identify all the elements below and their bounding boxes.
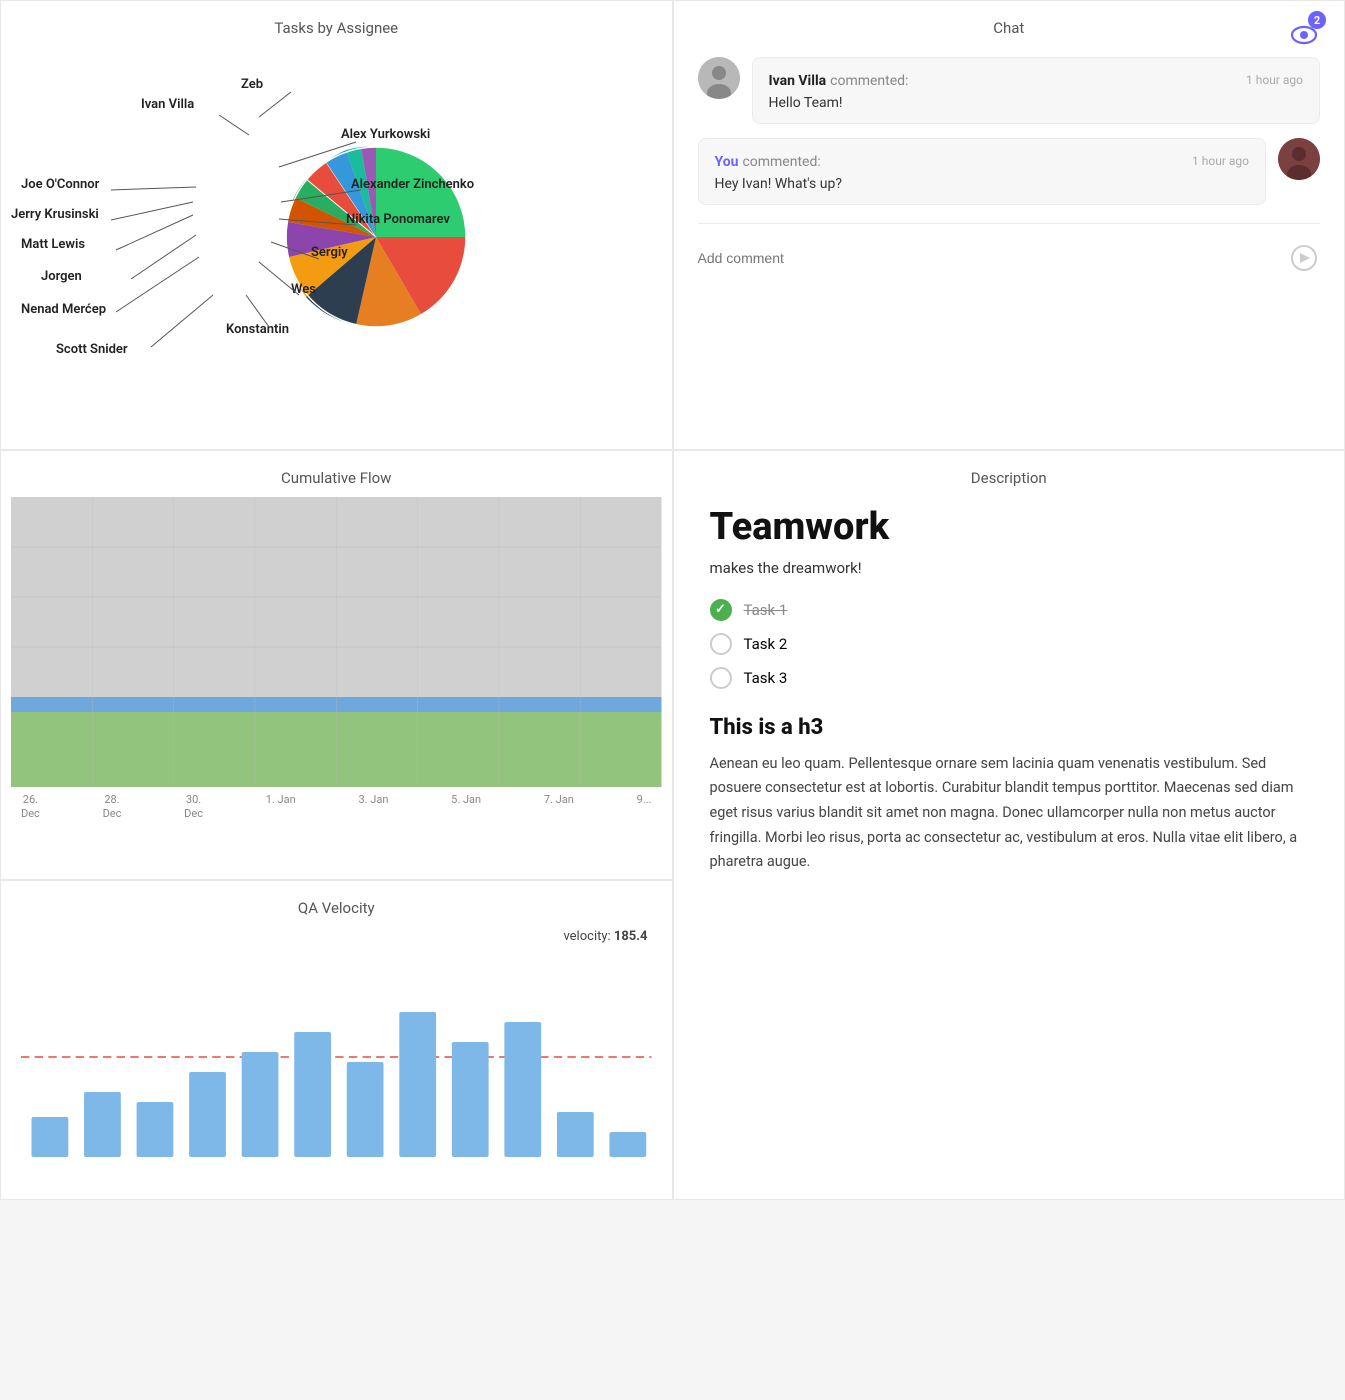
flow-x-axis: 26.Dec 28.Dec 30.Dec 1. Jan 3. Jan 5. Ja…: [11, 787, 662, 822]
cumulative-flow-panel: Cumulative Flow: [0, 450, 673, 880]
avatar-you: [1278, 138, 1320, 180]
eye-badge-count: 2: [1308, 11, 1326, 29]
send-icon-svg: [1290, 244, 1318, 272]
velocity-chart-svg: [21, 952, 652, 1162]
task-label-3: Task 3: [744, 669, 788, 687]
task-list: Task 1 Task 2 Task 3: [710, 599, 1309, 689]
avatar-ivan: [698, 57, 740, 99]
label-nikita-ponomarev: Nikita Ponomarev: [346, 212, 450, 227]
message-text-2: Hey Ivan! What's up?: [715, 176, 1250, 192]
x-label-4: 3. Jan: [358, 793, 388, 822]
x-label-0: 26.Dec: [21, 793, 40, 822]
label-jerry-krusinski: Jerry Krusinski: [11, 207, 99, 222]
flow-chart-svg: [11, 497, 662, 787]
chat-send-icon[interactable]: [1288, 242, 1320, 274]
x-label-6: 7. Jan: [544, 793, 574, 822]
label-sergiy: Sergiy: [311, 245, 348, 260]
x-label-5: 5. Jan: [451, 793, 481, 822]
description-heading: Teamwork: [710, 507, 1309, 549]
label-wes: Wes: [291, 282, 316, 297]
task-check-2[interactable]: [710, 633, 732, 655]
tasks-by-assignee-panel: Tasks by Assignee: [0, 0, 673, 450]
chat-input[interactable]: [698, 250, 1279, 266]
chat-messages: Ivan Villa commented: 1 hour ago Hello T…: [674, 47, 1345, 205]
velocity-value: 185.4: [614, 929, 648, 944]
chat-eye-badge[interactable]: 2: [1286, 15, 1322, 55]
task-label-1: Task 1: [744, 601, 788, 619]
chat-panel: Chat 2: [673, 0, 1345, 450]
message-text-1: Hello Team!: [769, 95, 1304, 111]
chat-message-2: You commented: 1 hour ago Hey Ivan! What…: [698, 138, 1321, 205]
velocity-label: velocity:: [563, 929, 610, 944]
label-alex-yurkowski: Alex Yurkowski: [341, 127, 430, 142]
label-nenad-mercep: Nenad Merćep: [21, 302, 106, 317]
x-label-7: 9...: [637, 793, 652, 822]
task-item-2: Task 2: [710, 633, 1309, 655]
label-zeb: Zeb: [241, 77, 263, 92]
pie-container: Ivan Villa Zeb Alex Yurkowski Joe O'Conn…: [1, 47, 672, 427]
pie-labels: Ivan Villa Zeb Alex Yurkowski Joe O'Conn…: [1, 47, 672, 427]
chat-panel-title: Chat: [674, 1, 1345, 47]
description-content: Teamwork makes the dreamwork! Task 1 Tas…: [674, 497, 1345, 875]
flow-chart-area: 26.Dec 28.Dec 30.Dec 1. Jan 3. Jan 5. Ja…: [1, 497, 672, 817]
velocity-panel-title: QA Velocity: [1, 881, 672, 927]
avatar-ivan-svg: [698, 57, 740, 99]
flow-panel-title: Cumulative Flow: [1, 451, 672, 497]
description-h3: This is a h3: [710, 715, 1309, 740]
message-author-2: You commented:: [715, 151, 821, 170]
chat-input-row: [698, 223, 1321, 274]
label-scott-snider: Scott Snider: [56, 342, 128, 357]
label-jorgen: Jorgen: [41, 269, 82, 284]
message-author-1: Ivan Villa commented:: [769, 70, 909, 89]
message-bubble-2: You commented: 1 hour ago Hey Ivan! What…: [698, 138, 1267, 205]
description-subtitle: makes the dreamwork!: [710, 559, 1309, 577]
task-check-3[interactable]: [710, 667, 732, 689]
description-panel: Description Teamwork makes the dreamwork…: [673, 450, 1345, 1200]
x-label-1: 28.Dec: [103, 793, 122, 822]
velocity-chart-area: [1, 952, 672, 1172]
bottom-left: Cumulative Flow: [0, 450, 673, 1200]
description-body: Aenean eu leo quam. Pellentesque ornare …: [710, 752, 1309, 875]
label-alexander-zinchenko: Alexander Zinchenko: [351, 177, 474, 192]
chat-message-1: Ivan Villa commented: 1 hour ago Hello T…: [698, 57, 1321, 124]
message-header-2: You commented: 1 hour ago: [715, 151, 1250, 170]
qa-velocity-panel: QA Velocity velocity: 185.4: [0, 880, 673, 1200]
eye-icon[interactable]: 2: [1286, 15, 1322, 51]
main-grid: Tasks by Assignee: [0, 0, 1345, 1200]
label-konstantin: Konstantin: [226, 322, 289, 337]
description-panel-title: Description: [674, 451, 1345, 497]
task-check-1[interactable]: [710, 599, 732, 621]
task-label-2: Task 2: [744, 635, 788, 653]
velocity-header: velocity: 185.4: [1, 927, 672, 952]
message-bubble-1: Ivan Villa commented: 1 hour ago Hello T…: [752, 57, 1321, 124]
x-label-3: 1. Jan: [266, 793, 296, 822]
task-item-3: Task 3: [710, 667, 1309, 689]
tasks-panel-title: Tasks by Assignee: [1, 1, 672, 47]
label-joe-oconnor: Joe O'Connor: [21, 177, 99, 192]
task-item-1: Task 1: [710, 599, 1309, 621]
x-label-2: 30.Dec: [184, 793, 203, 822]
label-matt-lewis: Matt Lewis: [21, 237, 85, 252]
avatar-you-svg: [1278, 138, 1320, 180]
message-header-1: Ivan Villa commented: 1 hour ago: [769, 70, 1304, 89]
label-ivan-villa: Ivan Villa: [141, 97, 194, 112]
